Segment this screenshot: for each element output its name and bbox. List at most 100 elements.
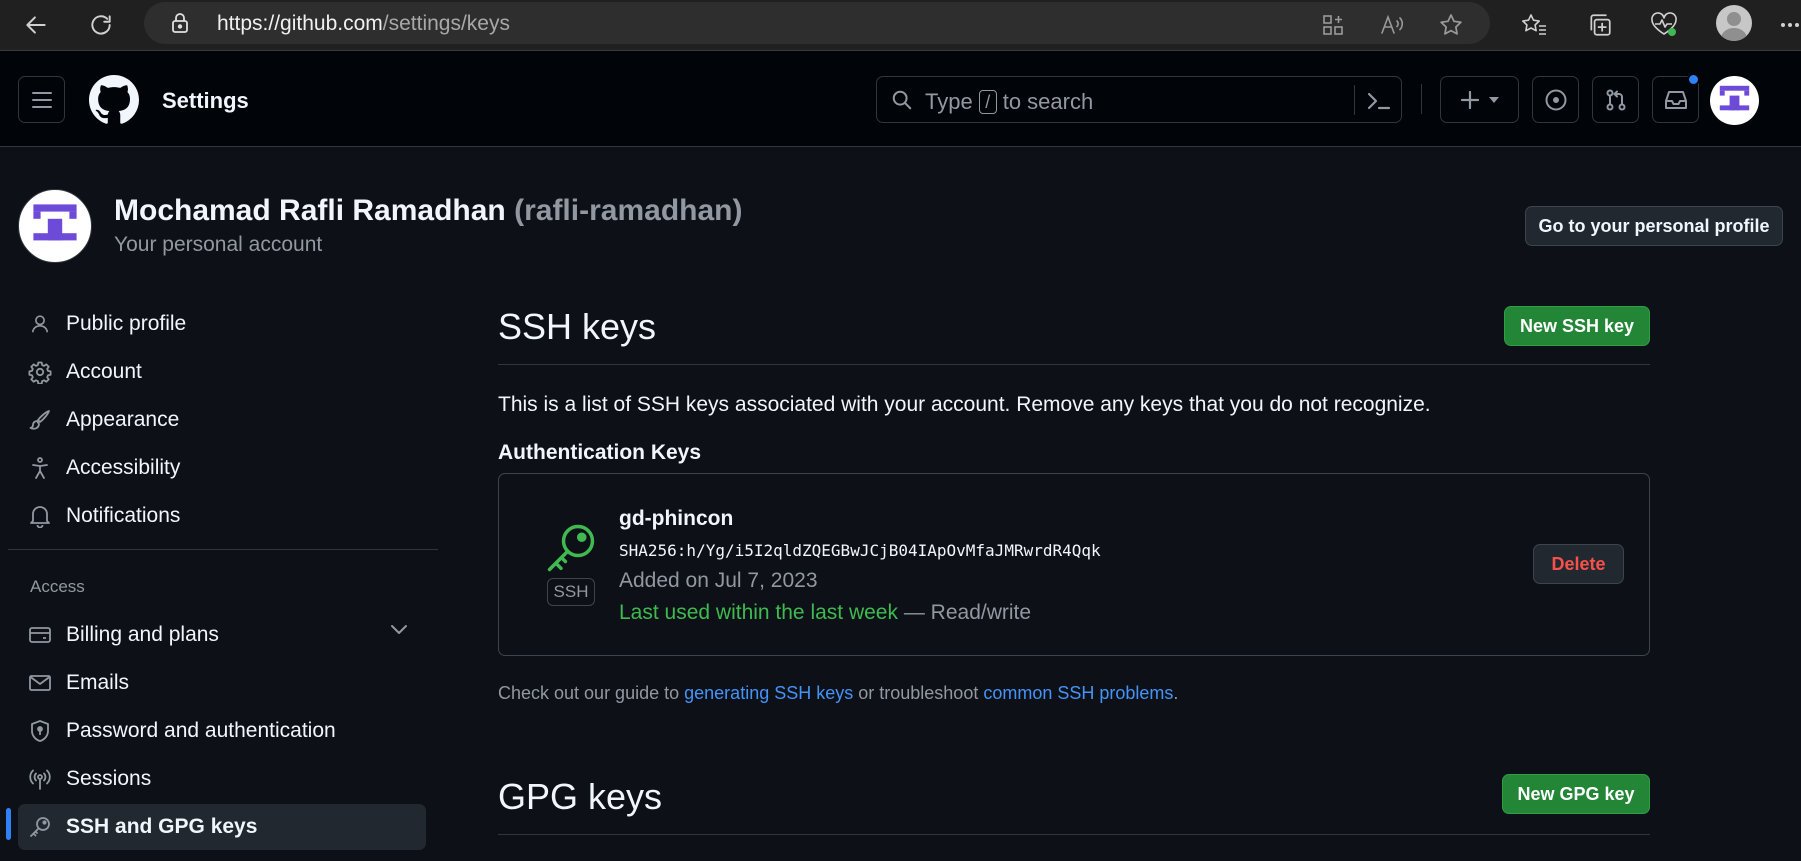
paintbrush-icon: [28, 408, 52, 432]
account-full-name: Mochamad Rafli Ramadhan: [114, 194, 506, 227]
search-placeholder: Type / to search: [925, 89, 1093, 115]
ssh-key-access: — Read/write: [903, 601, 1032, 624]
account-handle[interactable]: (rafli-ramadhan): [514, 194, 742, 227]
sidebar-item-label: Billing and plans: [66, 623, 219, 646]
key-icon: [28, 815, 52, 839]
broadcast-icon: [28, 767, 52, 791]
key-icon: [543, 520, 599, 576]
account-subtitle: Your personal account: [114, 233, 323, 256]
sidebar-item-label: Sessions: [66, 767, 152, 790]
github-logo-icon[interactable]: [89, 75, 139, 125]
gear-icon: [28, 360, 52, 384]
sidebar-item-ssh-gpg-keys[interactable]: SSH and GPG keys: [18, 804, 426, 850]
sidebar-item-accessibility[interactable]: Accessibility: [18, 445, 426, 491]
menu-button[interactable]: [18, 76, 65, 123]
url-text[interactable]: https://github.com/settings/keys: [217, 12, 510, 36]
sidebar-item-appearance[interactable]: Appearance: [18, 397, 426, 443]
guide-middle: or troubleshoot: [858, 683, 979, 703]
ssh-key-usage: Last used within the last week — Read/wr…: [619, 601, 1031, 625]
mail-icon: [28, 671, 52, 695]
sidebar-item-emails[interactable]: Emails: [18, 660, 426, 706]
sidebar-heading-access: Access: [30, 577, 85, 596]
user-avatar[interactable]: [1710, 76, 1759, 125]
common-ssh-problems-link[interactable]: common SSH problems: [983, 683, 1173, 703]
sidebar-item-billing[interactable]: Billing and plans: [18, 612, 426, 658]
sidebar-item-label: Account: [66, 360, 142, 383]
github-header: Settings Type / to search: [0, 51, 1801, 147]
header-divider: [1421, 84, 1422, 114]
ssh-intro-text: This is a list of SSH keys associated wi…: [498, 393, 1431, 416]
guide-prefix: Check out our guide to: [498, 683, 680, 703]
search-separator: [1354, 85, 1355, 115]
address-bar[interactable]: https://github.com/settings/keys: [144, 2, 1490, 44]
bell-icon: [28, 504, 52, 528]
guide-suffix: .: [1173, 683, 1179, 703]
ssh-guide-text: Check out our guide to generating SSH ke…: [498, 683, 1178, 704]
ssh-key-list-item: SSH gd-phincon SHA256:h/Yg/i5I2qldZQEGBw…: [498, 473, 1650, 656]
accessibility-icon: [28, 456, 52, 480]
go-to-profile-button[interactable]: Go to your personal profile: [1525, 206, 1783, 246]
section-divider: [498, 834, 1650, 835]
pull-requests-button[interactable]: [1592, 76, 1639, 123]
lock-icon[interactable]: [168, 11, 192, 35]
credit-card-icon: [28, 623, 52, 647]
person-icon: [28, 312, 52, 336]
browser-profile-avatar[interactable]: [1716, 5, 1752, 41]
account-avatar: [18, 189, 92, 263]
git-pull-request-icon: [1606, 89, 1625, 110]
sidebar-item-label: Notifications: [66, 504, 181, 527]
new-ssh-key-button[interactable]: New SSH key: [1504, 306, 1650, 346]
triangle-down-icon: [1488, 96, 1499, 103]
notification-indicator: [1687, 73, 1700, 86]
sidebar-item-public-profile[interactable]: Public profile: [18, 301, 426, 347]
back-arrow-icon[interactable]: [18, 7, 54, 43]
ssh-key-added-date: Added on Jul 7, 2023: [619, 569, 818, 592]
plus-icon: [1460, 90, 1479, 109]
create-new-button[interactable]: [1440, 76, 1519, 123]
sidebar-item-label: Accessibility: [66, 456, 181, 479]
issue-opened-icon: [1545, 89, 1566, 110]
browser-essentials-icon[interactable]: [1646, 7, 1682, 43]
search-placeholder-prefix: Type: [925, 89, 973, 114]
ssh-key-fingerprint: SHA256:h/Yg/i5I2qldZQEGBwJCjB04IApOvMfaJ…: [619, 541, 1101, 560]
sidebar-item-sessions[interactable]: Sessions: [18, 756, 426, 802]
account-name: Mochamad Rafli Ramadhan (rafli-ramadhan): [114, 194, 742, 228]
read-aloud-icon[interactable]: [1378, 11, 1406, 39]
sidebar-item-notifications[interactable]: Notifications: [18, 493, 426, 539]
sidebar-item-password-auth[interactable]: Password and authentication: [18, 708, 426, 754]
inbox-icon: [1664, 90, 1687, 109]
favorite-star-icon[interactable]: [1437, 11, 1465, 39]
collections-icon[interactable]: [1582, 7, 1618, 43]
sidebar-item-account[interactable]: Account: [18, 349, 426, 395]
search-placeholder-suffix: to search: [1002, 89, 1094, 114]
browser-toolbar: https://github.com/settings/keys: [0, 0, 1801, 51]
delete-ssh-key-button[interactable]: Delete: [1533, 544, 1624, 584]
app-available-icon[interactable]: [1319, 11, 1347, 39]
ssh-type-badge: SSH: [547, 578, 595, 606]
generating-ssh-keys-link[interactable]: generating SSH keys: [684, 683, 853, 703]
slash-key-hint: /: [978, 90, 997, 114]
ssh-key-last-used: Last used within the last week: [619, 601, 898, 624]
more-options-icon[interactable]: [1778, 7, 1801, 43]
shield-lock-icon: [28, 719, 52, 743]
sidebar-item-label: Emails: [66, 671, 130, 694]
url-path: /settings/keys: [382, 12, 510, 35]
sidebar-item-label: Password and authentication: [66, 719, 336, 742]
authentication-keys-heading: Authentication Keys: [498, 441, 702, 464]
search-icon: [891, 89, 913, 111]
issues-button[interactable]: [1532, 76, 1579, 123]
chevron-down-icon[interactable]: [390, 624, 408, 636]
section-divider: [498, 364, 1650, 365]
sidebar-divider: [8, 549, 438, 550]
refresh-icon[interactable]: [83, 7, 119, 43]
command-palette-icon[interactable]: [1364, 86, 1394, 116]
search-input[interactable]: Type / to search: [876, 76, 1402, 123]
favorites-icon[interactable]: [1516, 7, 1552, 43]
new-gpg-key-button[interactable]: New GPG key: [1502, 774, 1650, 814]
url-host: https://github.com: [217, 12, 383, 35]
ssh-key-name: gd-phincon: [619, 507, 734, 530]
gpg-keys-title: GPG keys: [498, 776, 663, 817]
page-title: Settings: [162, 88, 249, 113]
hamburger-icon: [31, 91, 52, 108]
sidebar-item-label: SSH and GPG keys: [66, 815, 258, 838]
